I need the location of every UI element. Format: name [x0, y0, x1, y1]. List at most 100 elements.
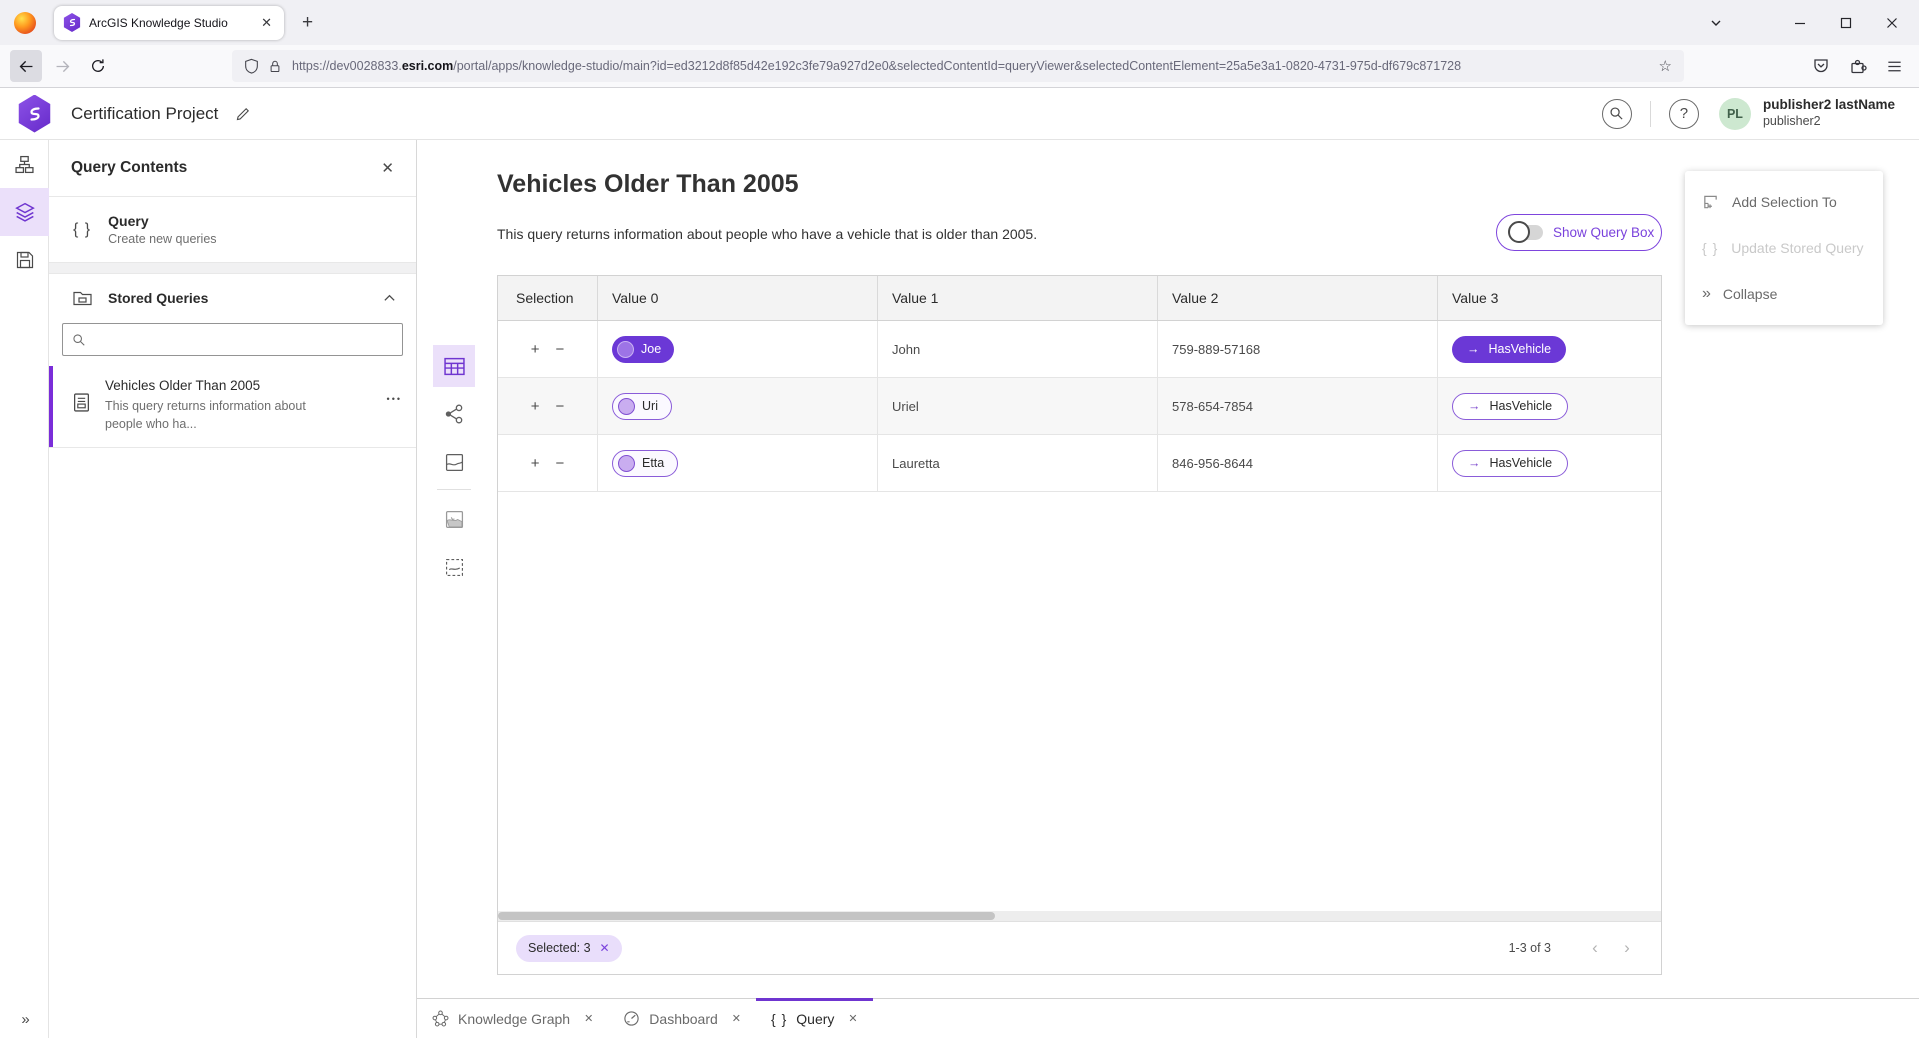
- panel-title: Query Contents: [71, 159, 381, 177]
- braces-icon: { }: [771, 1011, 787, 1027]
- entity-pill[interactable]: Uri: [612, 393, 672, 420]
- browser-tab-title: ArcGIS Knowledge Studio: [89, 16, 258, 30]
- column-header-value3: Value 3: [1438, 276, 1661, 320]
- stored-queries-header[interactable]: Stored Queries: [49, 274, 416, 321]
- remove-from-selection-icon[interactable]: −: [556, 341, 565, 358]
- layers-icon[interactable]: [0, 188, 49, 236]
- map-view-icon[interactable]: [433, 441, 475, 483]
- query-item-title: Query: [108, 213, 216, 229]
- back-icon[interactable]: [10, 50, 42, 82]
- tab-knowledge-graph[interactable]: Knowledge Graph ✕: [417, 999, 608, 1038]
- extensions-puzzle-icon[interactable]: [1849, 57, 1867, 75]
- table-row: + − Uri Uriel 578-654-7854 →HasVehicle: [498, 378, 1661, 435]
- tab-label: Knowledge Graph: [458, 1011, 570, 1027]
- hamburger-menu-icon[interactable]: [1886, 58, 1903, 75]
- entity-cell: Uri: [598, 378, 878, 434]
- knowledge-studio-logo-icon[interactable]: [17, 95, 52, 133]
- selected-count-chip[interactable]: Selected: 3 ✕: [516, 935, 622, 962]
- tab-close-icon[interactable]: ✕: [732, 1012, 741, 1025]
- lock-icon[interactable]: [268, 59, 282, 74]
- url-bar[interactable]: https://dev0028833.esri.com/portal/apps/…: [232, 50, 1684, 82]
- user-avatar[interactable]: PL: [1719, 98, 1751, 130]
- tab-close-icon[interactable]: ✕: [584, 1012, 593, 1025]
- forward-icon[interactable]: [46, 50, 78, 82]
- menu-item-update-stored-query[interactable]: { } Update Stored Query: [1685, 225, 1883, 271]
- next-page-icon[interactable]: ›: [1611, 938, 1643, 958]
- query-results-table: Selection Value 0 Value 1 Value 2 Value …: [497, 275, 1662, 975]
- left-icon-rail: »: [0, 140, 49, 1038]
- panel-gap: [49, 263, 416, 274]
- relationship-pill[interactable]: →HasVehicle: [1452, 393, 1568, 420]
- menu-item-add-selection-to[interactable]: Add Selection To: [1685, 179, 1883, 225]
- arrow-right-icon: →: [1468, 399, 1481, 413]
- header-divider: [1650, 101, 1651, 127]
- toggle-knob: [1508, 221, 1530, 243]
- remove-from-selection-icon[interactable]: −: [556, 398, 565, 415]
- column-header-selection: Selection: [498, 276, 598, 320]
- selection-map-view-icon[interactable]: [433, 546, 475, 588]
- tracking-shield-icon[interactable]: [244, 58, 259, 74]
- show-query-box-toggle[interactable]: Show Query Box: [1496, 214, 1662, 251]
- arrow-right-icon: →: [1468, 456, 1481, 470]
- previous-page-icon[interactable]: ‹: [1579, 938, 1611, 958]
- table-view-icon[interactable]: [433, 345, 475, 387]
- entity-pill[interactable]: Joe: [612, 336, 674, 363]
- expand-rail-icon[interactable]: »: [0, 1011, 49, 1028]
- edit-pencil-icon[interactable]: [235, 105, 252, 122]
- relationship-cell: →HasVehicle: [1438, 378, 1661, 434]
- stored-query-item[interactable]: Vehicles Older Than 2005 This query retu…: [49, 366, 416, 448]
- add-to-selection-icon[interactable]: +: [531, 455, 540, 472]
- save-to-pocket-icon[interactable]: [1812, 57, 1830, 75]
- query-item-subtitle: Create new queries: [108, 232, 216, 246]
- window-close-icon[interactable]: [1869, 0, 1915, 45]
- add-to-selection-icon[interactable]: +: [531, 398, 540, 415]
- search-icon[interactable]: [1602, 99, 1632, 129]
- value-cell: John: [878, 321, 1158, 377]
- entity-pill[interactable]: Etta: [612, 450, 678, 477]
- value-cell: 759-889-57168: [1158, 321, 1438, 377]
- new-map-view-icon[interactable]: [433, 498, 475, 540]
- clear-selection-icon[interactable]: ✕: [600, 941, 610, 955]
- browser-tab-strip: ArcGIS Knowledge Studio ✕ +: [0, 0, 1919, 45]
- help-icon[interactable]: ?: [1669, 99, 1699, 129]
- panel-header: Query Contents ✕: [49, 140, 416, 197]
- maximize-icon[interactable]: [1823, 0, 1869, 45]
- relationship-pill[interactable]: →HasVehicle: [1452, 450, 1568, 477]
- list-tabs-chevron-icon[interactable]: [1693, 0, 1739, 45]
- firefox-icon[interactable]: [14, 12, 36, 34]
- remove-from-selection-icon[interactable]: −: [556, 455, 565, 472]
- stored-queries-search-input[interactable]: [93, 332, 393, 347]
- chevron-up-icon[interactable]: [383, 293, 396, 302]
- nav-right-icons: [1812, 57, 1903, 75]
- selected-indicator-bar: [49, 366, 53, 447]
- query-create-item[interactable]: { } Query Create new queries: [49, 197, 416, 263]
- tab-query[interactable]: { } Query ✕: [756, 999, 873, 1038]
- scrollbar-thumb[interactable]: [498, 912, 995, 920]
- stored-queries-search[interactable]: [62, 323, 403, 356]
- bookmark-star-icon[interactable]: ☆: [1659, 57, 1672, 75]
- panel-close-icon[interactable]: ✕: [381, 159, 394, 177]
- browser-tab[interactable]: ArcGIS Knowledge Studio ✕: [54, 6, 284, 40]
- table-row: + − Joe John 759-889-57168 →HasVehicle: [498, 321, 1661, 378]
- horizontal-scrollbar[interactable]: [498, 911, 1661, 921]
- stored-query-text: Vehicles Older Than 2005 This query retu…: [105, 378, 387, 433]
- link-chart-view-icon[interactable]: [433, 393, 475, 435]
- more-options-icon[interactable]: •••: [387, 394, 402, 404]
- user-name: publisher2 lastName: [1763, 97, 1895, 114]
- arrow-right-icon: →: [1467, 342, 1480, 356]
- save-icon[interactable]: [0, 236, 49, 284]
- table-empty-area: [498, 492, 1661, 911]
- relationship-pill[interactable]: →HasVehicle: [1452, 336, 1566, 363]
- minimize-icon[interactable]: [1777, 0, 1823, 45]
- tab-dashboard[interactable]: Dashboard ✕: [608, 999, 756, 1038]
- dashboard-gauge-icon: [623, 1010, 640, 1027]
- new-tab-button[interactable]: +: [302, 13, 313, 32]
- project-structure-icon[interactable]: [0, 140, 49, 188]
- toolbar-divider: [437, 489, 471, 490]
- tab-close-icon[interactable]: ✕: [258, 15, 275, 31]
- tab-label: Dashboard: [649, 1011, 718, 1027]
- reload-icon[interactable]: [82, 50, 114, 82]
- add-to-selection-icon[interactable]: +: [531, 341, 540, 358]
- tab-close-icon[interactable]: ✕: [848, 1012, 857, 1025]
- menu-item-collapse[interactable]: » Collapse: [1685, 271, 1883, 317]
